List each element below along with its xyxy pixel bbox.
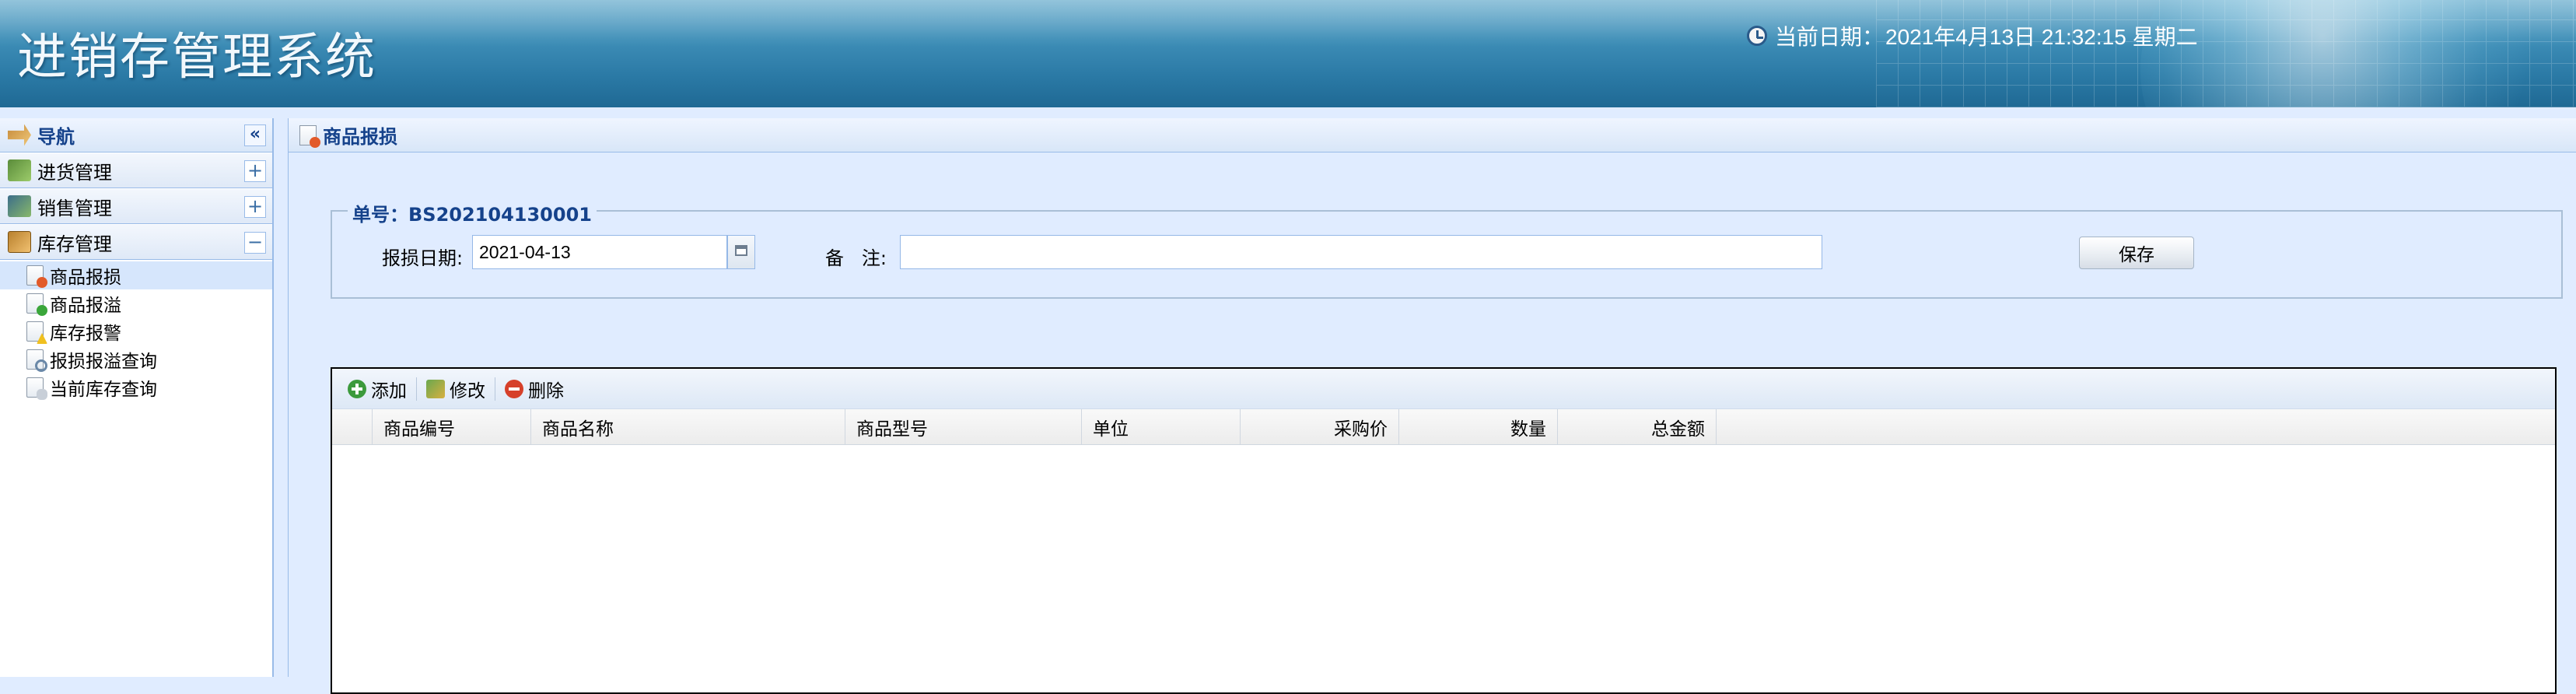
loss-icon: [26, 265, 47, 288]
menu-group-label: 进货管理: [37, 161, 112, 184]
add-icon: [348, 379, 366, 398]
menu-group-inventory[interactable]: 库存管理 −: [0, 224, 272, 260]
system-title: 进销存管理系统: [17, 29, 376, 86]
search-doc-icon: [26, 349, 47, 372]
nav-title: 导航: [37, 126, 75, 148]
row-number-header: [332, 409, 373, 445]
delete-icon: [505, 379, 523, 398]
sidebar-item-stock-query[interactable]: 当前库存查询: [0, 373, 272, 401]
product-grid: 添加 修改 删除 商品编号 商品名称 商品型号 单位 采购价 数量 总金额: [331, 367, 2557, 694]
inventory-menu-tree: 商品报损 商品报溢 库存报警 报损报溢查询 当前库存查询: [0, 260, 272, 401]
loss-date-label: 报损日期:: [382, 247, 464, 269]
order-fieldset: 单号：BS202104130001 报损日期: 备 注: 保存: [331, 199, 2563, 299]
sidebar-item-label: 商品报溢: [50, 296, 121, 316]
remark-label: 备 注:: [825, 247, 887, 269]
clock-icon: [1747, 26, 1767, 46]
menu-group-sales[interactable]: 销售管理 +: [0, 188, 272, 224]
expand-icon[interactable]: +: [244, 160, 266, 182]
sidebar-item-label: 报损报溢查询: [50, 352, 157, 372]
add-button[interactable]: 添加: [341, 373, 413, 405]
signpost-icon: [8, 124, 31, 146]
page-title: 商品报损: [323, 126, 397, 148]
sidebar-item-label: 商品报损: [50, 268, 121, 288]
grid-header: 商品编号 商品名称 商品型号 单位 采购价 数量 总金额: [332, 409, 2555, 445]
expand-icon[interactable]: +: [244, 196, 266, 218]
column-header-purchase-price[interactable]: 采购价: [1241, 409, 1399, 445]
app-header: 进销存管理系统 当前日期： 2021年4月13日 21:32:15 星期二: [0, 0, 2576, 107]
save-button[interactable]: 保存: [2079, 237, 2194, 269]
loss-date-input[interactable]: [472, 235, 727, 269]
sidebar: 导航 « 进货管理 + 销售管理 + 库存管理 − 商品报损 商品报溢 库存报警…: [0, 118, 274, 677]
order-number-label: 单号：: [352, 204, 408, 226]
column-header-quantity[interactable]: 数量: [1399, 409, 1558, 445]
remark-input[interactable]: [900, 235, 1822, 269]
column-header-product-model[interactable]: 商品型号: [845, 409, 1082, 445]
purchase-icon: [8, 159, 31, 181]
sidebar-item-overflow[interactable]: 商品报溢: [0, 289, 272, 317]
globe-decoration: [2140, 0, 2545, 107]
column-header-product-name[interactable]: 商品名称: [531, 409, 845, 445]
delete-label: 删除: [528, 380, 564, 401]
menu-group-label: 库存管理: [37, 233, 112, 255]
calendar-icon[interactable]: [727, 235, 755, 269]
edit-icon: [426, 379, 445, 398]
loss-icon: [299, 124, 320, 148]
order-number-value: BS202104130001: [408, 204, 592, 226]
grid-toolbar: 添加 修改 删除: [332, 369, 2555, 409]
grid-body: [332, 445, 2555, 692]
order-number: 单号：BS202104130001: [348, 199, 597, 226]
sidebar-item-alarm[interactable]: 库存报警: [0, 317, 272, 345]
current-date-value: 2021年4月13日 21:32:15 星期二: [1885, 25, 2198, 49]
add-label: 添加: [371, 380, 407, 401]
collapse-icon[interactable]: −: [244, 232, 266, 254]
edit-button[interactable]: 修改: [420, 373, 492, 405]
main-panel-header: 商品报损: [289, 118, 2576, 152]
toolbar-separator: [416, 377, 417, 401]
sidebar-item-label: 当前库存查询: [50, 380, 157, 400]
delete-button[interactable]: 删除: [499, 373, 570, 405]
current-date: 当前日期： 2021年4月13日 21:32:15 星期二: [1747, 20, 2198, 51]
overflow-icon: [26, 293, 47, 316]
alarm-icon: [26, 321, 47, 344]
column-header-total-amount[interactable]: 总金额: [1558, 409, 1717, 445]
current-date-label: 当前日期：: [1775, 25, 1885, 49]
nav-panel-header: 导航 «: [0, 118, 272, 152]
edit-label: 修改: [450, 380, 485, 401]
collapse-sidebar-button[interactable]: «: [244, 124, 266, 146]
column-header-unit[interactable]: 单位: [1082, 409, 1241, 445]
menu-group-label: 销售管理: [37, 197, 112, 219]
column-header-product-code[interactable]: 商品编号: [373, 409, 531, 445]
main-panel: 商品报损 单号：BS202104130001 报损日期: 备 注: 保存 添加 …: [288, 118, 2576, 694]
sales-icon: [8, 195, 31, 217]
inventory-icon: [8, 231, 31, 253]
sidebar-item-label: 库存报警: [50, 324, 121, 344]
menu-group-purchase[interactable]: 进货管理 +: [0, 152, 272, 188]
database-icon: [26, 377, 47, 400]
sidebar-item-loss-overflow-query[interactable]: 报损报溢查询: [0, 345, 272, 373]
sidebar-item-loss[interactable]: 商品报损: [0, 261, 272, 289]
